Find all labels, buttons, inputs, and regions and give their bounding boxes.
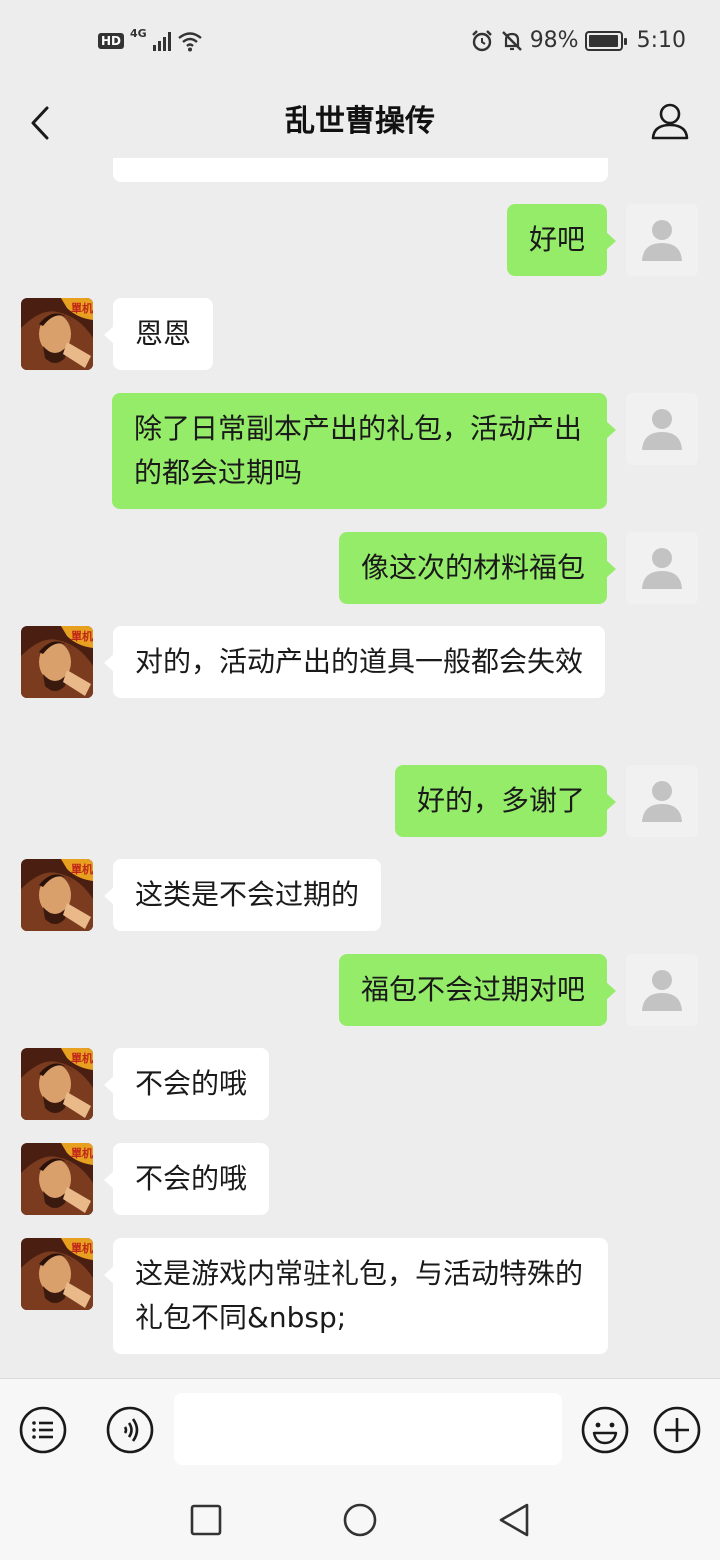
- circle-icon: [343, 1503, 377, 1537]
- voice-button[interactable]: [105, 1405, 155, 1455]
- alarm-icon: [471, 29, 492, 51]
- svg-text:單机: 單机: [71, 301, 93, 315]
- default-person-avatar-icon: [642, 220, 682, 261]
- person-outline-icon: [651, 103, 689, 140]
- my-avatar[interactable]: [626, 393, 698, 465]
- home-button[interactable]: [338, 1498, 382, 1542]
- battery-icon: [584, 30, 627, 51]
- my-avatar[interactable]: [626, 765, 698, 837]
- game-character-avatar-icon: 單机: [21, 298, 93, 370]
- svg-text:單机: 單机: [71, 1146, 93, 1160]
- contact-avatar[interactable]: 單机: [21, 1143, 93, 1215]
- clock: 5:10: [636, 28, 686, 53]
- wifi-icon: [177, 32, 202, 52]
- chat-title: 乱世曹操传: [285, 104, 435, 139]
- message-list[interactable]: 好吧 單机 恩恩 除了日常副本产出的礼包，活动产出的都会过期吗 像这次的材料福包 單机 对的…: [0, 158, 720, 1378]
- message-bubble[interactable]: 对的，活动产出的道具一般都会失效: [103, 626, 606, 698]
- contact-avatar[interactable]: 單机: [21, 859, 93, 931]
- default-person-avatar-icon: [642, 970, 682, 1011]
- previous-message-bubble: [113, 158, 608, 182]
- message-bubble[interactable]: 不会的哦: [103, 1048, 270, 1120]
- status-right: 98% 5:10: [470, 28, 686, 53]
- message-bubble[interactable]: 这是游戏内常驻礼包，与活动特殊的礼包不同&nbsp;: [104, 1238, 608, 1354]
- svg-text:單机: 單机: [71, 629, 93, 643]
- triangle-back-icon: [499, 1503, 529, 1537]
- menu-button[interactable]: [18, 1405, 68, 1455]
- message-input[interactable]: [174, 1393, 562, 1465]
- network-label: 4G: [130, 26, 147, 40]
- input-bar: [0, 1378, 720, 1476]
- game-character-avatar-icon: 單机: [21, 1048, 93, 1120]
- hd-badge: HD: [98, 33, 125, 49]
- status-bar: HD 4G 98% 5:10: [0, 0, 720, 88]
- message-bubble[interactable]: 不会的哦: [103, 1143, 270, 1215]
- nav-bar: 乱世曹操传: [0, 88, 720, 158]
- contact-avatar[interactable]: 單机: [21, 298, 93, 370]
- more-button[interactable]: [652, 1405, 702, 1455]
- square-icon: [190, 1504, 222, 1536]
- signal-icon: [152, 31, 171, 51]
- message-bubble[interactable]: 像这次的材料福包: [338, 532, 617, 604]
- message-bubble[interactable]: 好的，多谢了: [394, 765, 617, 837]
- game-character-avatar-icon: 單机: [21, 1238, 93, 1310]
- my-avatar[interactable]: [626, 532, 698, 604]
- my-avatar[interactable]: [626, 204, 698, 276]
- recents-button[interactable]: [184, 1498, 228, 1542]
- system-nav-bar: [0, 1476, 720, 1560]
- default-person-avatar-icon: [642, 409, 682, 450]
- battery-percent: 98%: [529, 28, 579, 53]
- default-person-avatar-icon: [642, 781, 682, 822]
- list-menu-icon: [19, 1406, 67, 1454]
- game-character-avatar-icon: 單机: [21, 1143, 93, 1215]
- status-left: HD 4G: [98, 26, 203, 52]
- message-bubble[interactable]: 好吧: [506, 204, 617, 276]
- mute-icon: [501, 30, 522, 51]
- game-character-avatar-icon: 單机: [21, 626, 93, 698]
- contact-avatar[interactable]: 單机: [21, 626, 93, 698]
- svg-text:單机: 單机: [71, 1241, 93, 1255]
- contact-avatar[interactable]: 單机: [21, 1238, 93, 1310]
- svg-text:單机: 單机: [71, 862, 93, 876]
- plus-icon: [653, 1406, 701, 1454]
- contact-avatar[interactable]: 單机: [21, 1048, 93, 1120]
- system-back-button[interactable]: [492, 1498, 536, 1542]
- svg-text:單机: 單机: [71, 1051, 93, 1065]
- default-person-avatar-icon: [642, 548, 682, 589]
- message-bubble[interactable]: 这类是不会过期的: [103, 859, 382, 931]
- my-avatar[interactable]: [626, 954, 698, 1026]
- message-bubble[interactable]: 恩恩: [103, 298, 214, 370]
- game-character-avatar-icon: 單机: [21, 859, 93, 931]
- emoji-icon: [581, 1406, 629, 1454]
- voice-icon: [106, 1406, 154, 1454]
- chat-info-button[interactable]: [646, 96, 694, 146]
- message-bubble[interactable]: 除了日常副本产出的礼包，活动产出的都会过期吗: [112, 393, 616, 509]
- battery-fill: [588, 34, 618, 47]
- message-bubble[interactable]: 福包不会过期对吧: [338, 954, 617, 1026]
- emoji-button[interactable]: [580, 1405, 630, 1455]
